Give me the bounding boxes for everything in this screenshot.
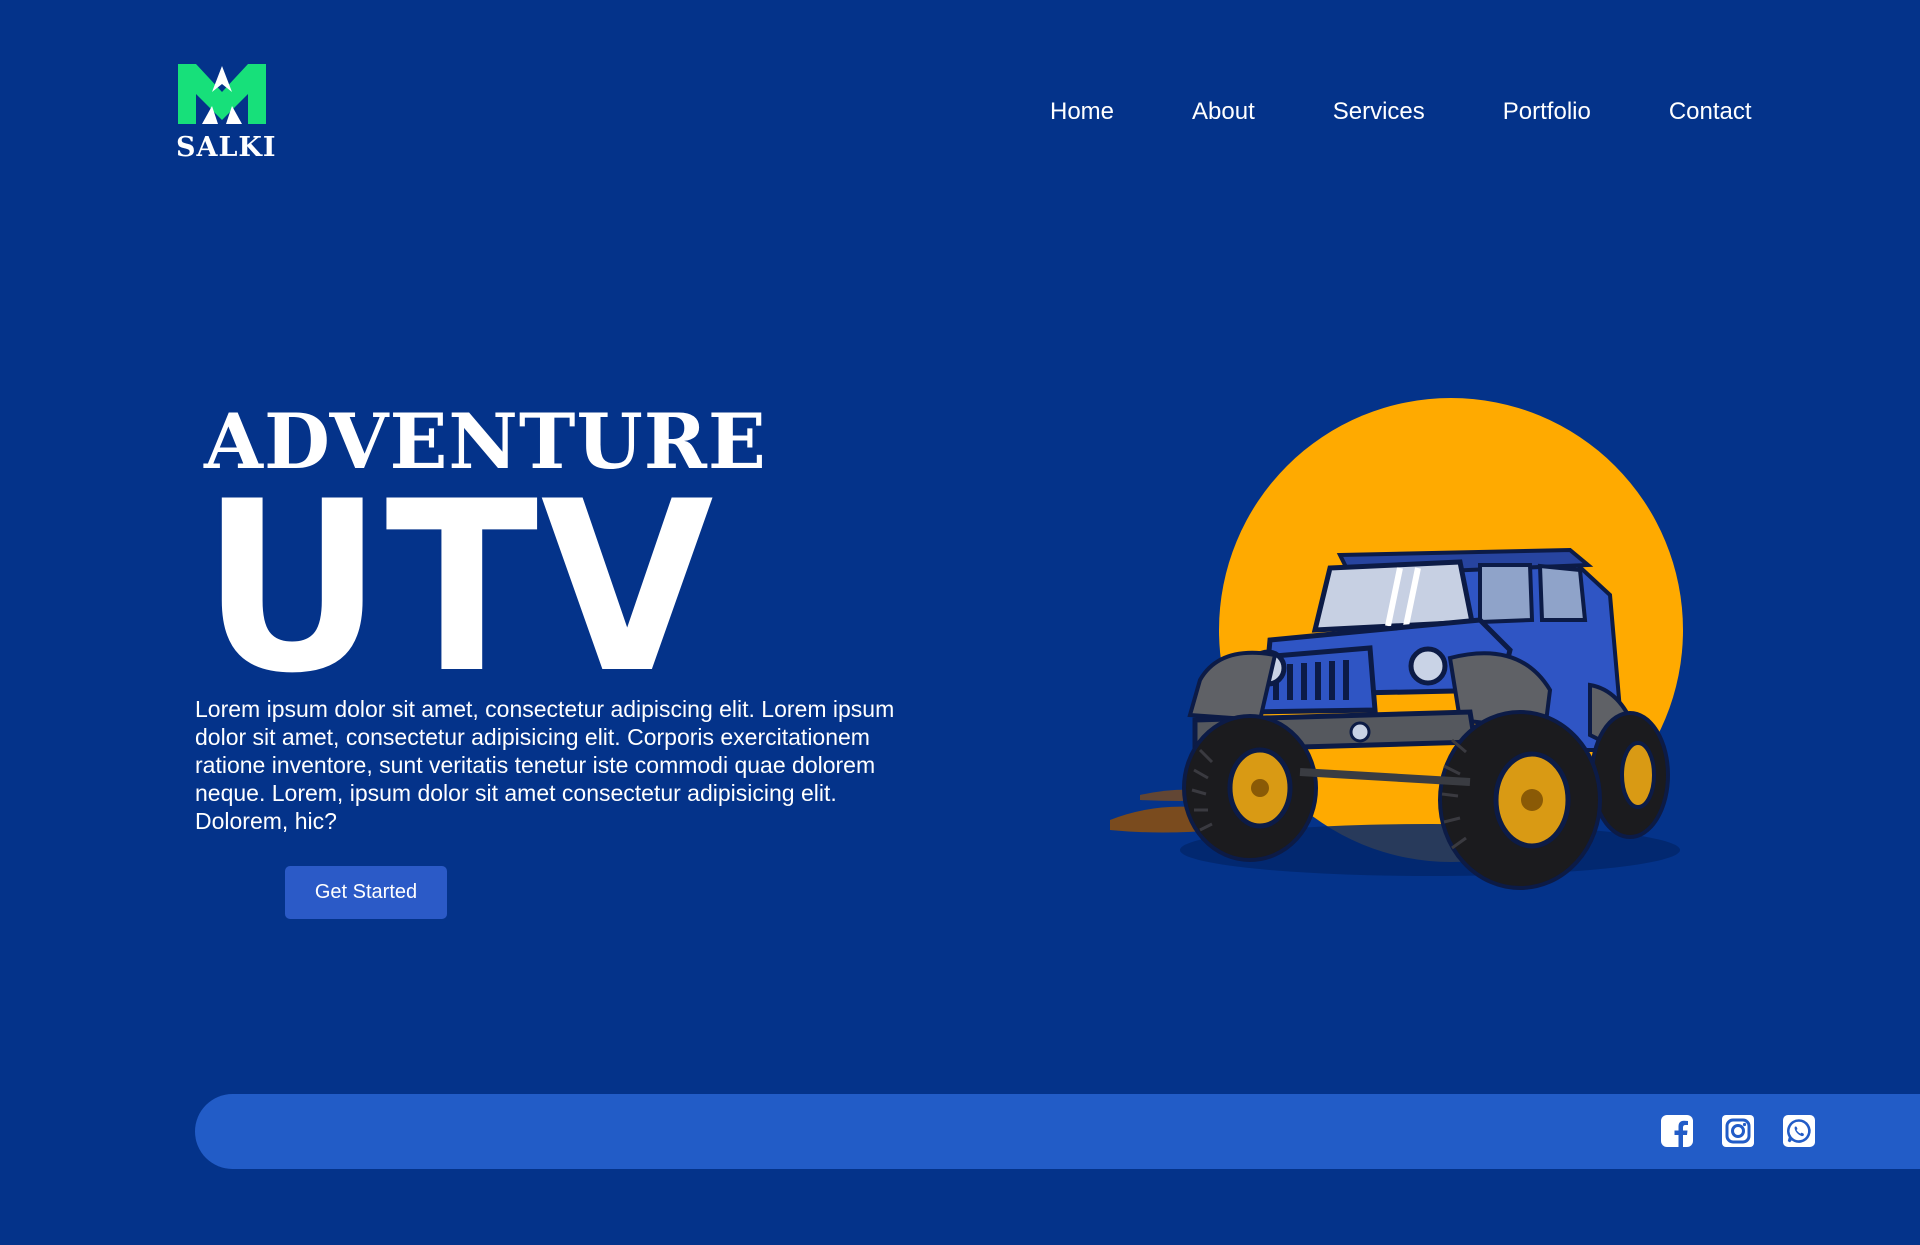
brand-name: SALKI [176, 132, 277, 163]
hero-subtitle: ADVENTURE [204, 397, 767, 486]
crown-m-logo-icon [178, 64, 266, 124]
nav-home[interactable]: Home [1050, 98, 1114, 126]
whatsapp-icon[interactable] [1782, 1114, 1816, 1148]
main-nav: Home About Services Portfolio Contact [1050, 98, 1752, 126]
brand-logo[interactable]: SALKI [176, 62, 277, 163]
nav-services[interactable]: Services [1333, 98, 1425, 126]
svg-text:UTV: UTV [200, 492, 715, 677]
nav-portfolio[interactable]: Portfolio [1503, 98, 1591, 126]
social-bar [195, 1094, 1920, 1169]
facebook-icon[interactable] [1660, 1114, 1694, 1148]
hero-title: UTV [200, 492, 715, 677]
nav-about[interactable]: About [1192, 98, 1255, 126]
get-started-button[interactable]: Get Started [285, 866, 447, 919]
nav-contact[interactable]: Contact [1669, 98, 1752, 126]
instagram-icon[interactable] [1721, 1114, 1755, 1148]
hero-description: Lorem ipsum dolor sit amet, consectetur … [195, 696, 895, 834]
jeep-illustration [1110, 398, 1683, 890]
